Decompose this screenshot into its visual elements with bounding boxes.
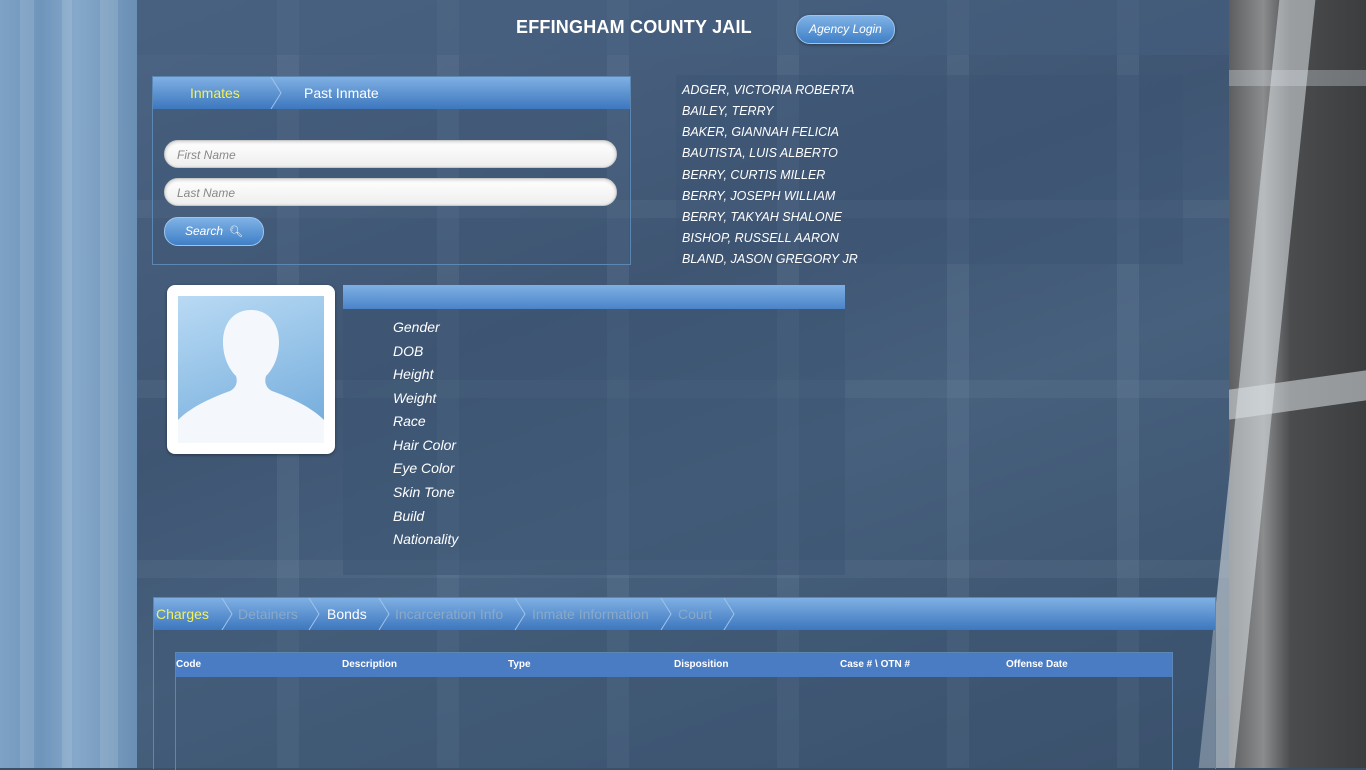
inmate-list-item[interactable]: BISHOP, RUSSELL AARON (682, 231, 839, 245)
inmate-list-item[interactable]: BERRY, CURTIS MILLER (682, 168, 825, 182)
tab-separator (308, 598, 320, 630)
inmate-list-item[interactable]: ADGER, VICTORIA ROBERTA (682, 83, 855, 97)
tab-bonds[interactable]: Bonds (327, 598, 367, 630)
search-tabbar: Inmates Past Inmate (153, 77, 630, 109)
detail-label-weight: Weight (393, 390, 437, 406)
tab-separator (221, 598, 233, 630)
column-header-disposition: Disposition (674, 659, 729, 670)
detail-label-height: Height (393, 366, 434, 382)
detail-label-hair-color: Hair Color (393, 437, 457, 453)
detail-label-nationality: Nationality (393, 531, 459, 547)
tab-incarceration-info[interactable]: Incarceration Info (395, 598, 503, 630)
tab-detainers[interactable]: Detainers (238, 598, 298, 630)
last-name-input[interactable]: Last Name (164, 178, 617, 206)
inmate-name-list: ADGER, VICTORIA ROBERTA BAILEY, TERRY BA… (676, 75, 1183, 266)
inmate-info-tabs-panel: Charges Detainers Bonds Incarceration In… (153, 597, 1216, 770)
tab-past-inmate[interactable]: Past Inmate (304, 77, 379, 109)
site-title: EFFINGHAM COUNTY JAIL (516, 17, 752, 37)
site-header: EFFINGHAM COUNTY JAIL Agency Login (137, 0, 1229, 55)
tab-separator (514, 598, 526, 630)
tab-separator (660, 598, 672, 630)
detail-label-skin-tone: Skin Tone (393, 484, 455, 500)
inmate-search-panel: Inmates Past Inmate First Name Last Name… (152, 76, 631, 265)
search-button[interactable]: Search 🔍︎ (164, 217, 264, 246)
first-name-input[interactable]: First Name (164, 140, 617, 168)
charges-table: Code Description Type Disposition Case #… (175, 652, 1173, 770)
detail-label-build: Build (393, 508, 425, 524)
background-right (1198, 0, 1366, 768)
detail-label-dob: DOB (393, 343, 424, 359)
info-tabbar: Charges Detainers Bonds Incarceration In… (154, 598, 1215, 630)
details-header-bar (343, 285, 845, 309)
search-icon: 🔍︎ (229, 226, 243, 238)
column-header-code: Code (176, 659, 201, 670)
inmate-list-item[interactable]: BERRY, JOSEPH WILLIAM (682, 189, 835, 203)
inmate-list-item[interactable]: BAUTISTA, LUIS ALBERTO (682, 146, 838, 160)
tab-inmates[interactable]: Inmates (190, 77, 240, 109)
inmate-list-item[interactable]: BAKER, GIANNAH FELICIA (682, 125, 839, 139)
inmate-photo-frame (167, 285, 335, 454)
column-header-type: Type (508, 659, 531, 670)
inmate-list-item[interactable]: BERRY, TAKYAH SHALONE (682, 210, 842, 224)
tab-court[interactable]: Court (678, 598, 712, 630)
detail-label-gender: Gender (393, 319, 440, 335)
background-left (0, 0, 137, 768)
inmate-list-item[interactable]: BLAND, JASON GREGORY JR (682, 252, 858, 266)
column-header-description: Description (342, 659, 398, 670)
tab-separator (378, 598, 390, 630)
inmate-photo-placeholder (178, 296, 324, 443)
column-header-offense-date: Offense Date (1006, 659, 1068, 670)
charges-table-header: Code Description Type Disposition Case #… (176, 653, 1172, 677)
detail-label-race: Race (393, 413, 426, 429)
detail-label-eye-color: Eye Color (393, 460, 455, 476)
search-button-label: Search (185, 224, 224, 238)
inmate-list-item[interactable]: BAILEY, TERRY (682, 104, 773, 118)
tab-separator (723, 598, 735, 630)
agency-login-button[interactable]: Agency Login (796, 15, 895, 44)
tab-inmate-information[interactable]: Inmate Information (532, 598, 649, 630)
column-header-case-otn: Case # \ OTN # (840, 659, 911, 670)
tab-separator (270, 77, 282, 109)
inmate-details-panel: Gender DOB Height Weight Race Hair Color… (343, 285, 845, 575)
tab-charges[interactable]: Charges (156, 598, 209, 630)
person-silhouette-icon (178, 310, 324, 443)
